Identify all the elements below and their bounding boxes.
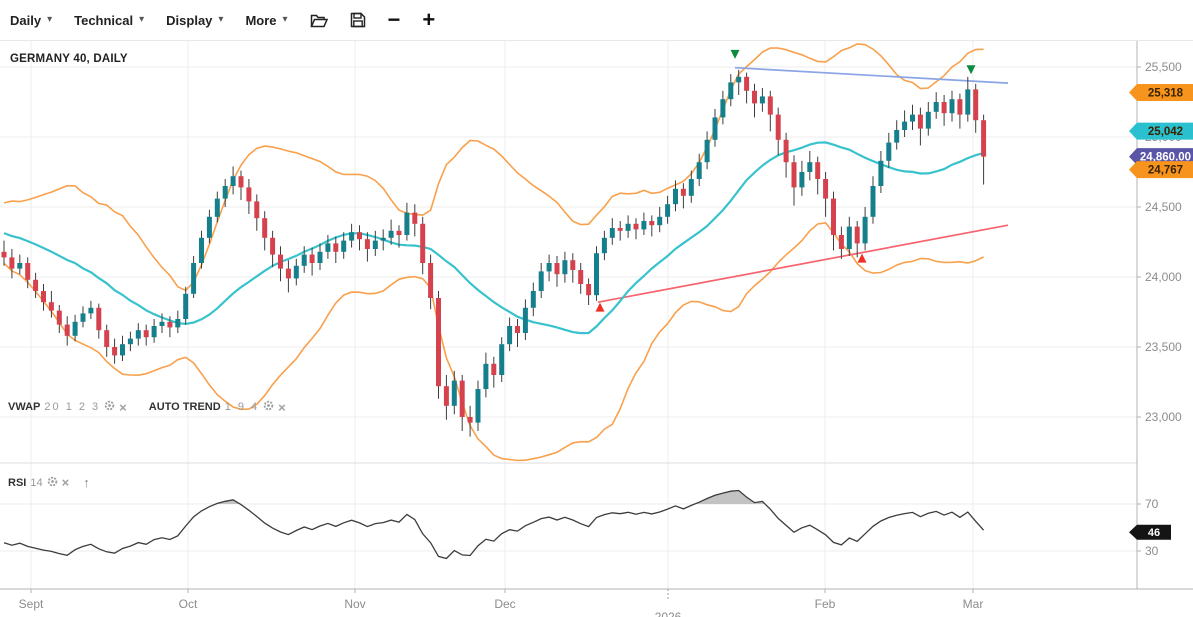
more-menu[interactable]: More ▾ <box>245 13 287 28</box>
vwap-legend-name: VWAP <box>8 401 40 413</box>
lower-band-line <box>4 223 984 461</box>
rsi-legend-row: RSI 14 × ↑ <box>8 475 90 490</box>
save-icon[interactable] <box>350 12 366 28</box>
vwap-settings-gear-icon[interactable] <box>104 400 115 414</box>
timeframe-menu[interactable]: Daily ▾ <box>10 13 52 28</box>
autotrend-legend-params: 1 9 4 <box>225 401 259 413</box>
rsi-settings-gear-icon[interactable] <box>47 476 58 490</box>
rsi-line <box>4 491 984 559</box>
timeframe-menu-label: Daily <box>10 13 41 28</box>
vwap-legend-params: 20 1 2 3 <box>44 401 100 413</box>
autotrend-remove-icon[interactable]: × <box>278 401 286 414</box>
rsi-legend-params: 14 <box>30 477 42 489</box>
move-pane-up-icon[interactable]: ↑ <box>83 475 90 490</box>
trading-chart-window: 25,50025,00024,50024,00023,50023,0007030… <box>0 0 1193 617</box>
display-menu-label: Display <box>166 13 212 28</box>
rsi-remove-icon[interactable]: × <box>62 476 70 489</box>
vwap-remove-icon[interactable]: × <box>119 401 127 414</box>
upper-band-line <box>4 44 984 290</box>
axis-labels: 25,50025,00024,50024,00023,50023,0007030… <box>19 60 1182 617</box>
gridlines <box>0 40 1193 589</box>
candles <box>2 70 987 437</box>
support-trendline[interactable] <box>598 225 1008 302</box>
more-menu-label: More <box>245 13 276 28</box>
chart-title: GERMANY 40, DAILY <box>10 53 128 65</box>
open-folder-icon[interactable] <box>310 13 328 28</box>
rsi-overbought-fill <box>216 491 765 505</box>
indicator-legend-row: VWAP 20 1 2 3 × AUTO TREND 1 9 4 × <box>8 400 286 414</box>
rsi-pane <box>4 491 984 559</box>
buy-signal-marker <box>858 254 867 263</box>
technical-menu[interactable]: Technical ▾ <box>74 13 144 28</box>
autotrend-settings-gear-icon[interactable] <box>263 400 274 414</box>
autotrend-legend-name: AUTO TREND <box>149 401 221 413</box>
price-axis[interactable] <box>1137 40 1193 589</box>
chevron-down-icon: ▾ <box>283 15 288 25</box>
buy-signal-marker <box>596 303 605 312</box>
sell-signal-marker <box>731 50 740 59</box>
resistance-trendline[interactable] <box>735 68 1008 83</box>
display-menu[interactable]: Display ▾ <box>166 13 223 28</box>
rsi-legend-name: RSI <box>8 477 26 489</box>
chevron-down-icon: ▾ <box>47 15 52 25</box>
sell-signal-marker <box>967 65 976 74</box>
chevron-down-icon: ▾ <box>139 15 144 25</box>
technical-menu-label: Technical <box>74 13 133 28</box>
zoom-in-button[interactable]: + <box>422 9 435 31</box>
zoom-out-button[interactable]: − <box>388 9 401 31</box>
toolbar: Daily ▾ Technical ▾ Display ▾ More ▾ <box>0 0 1193 41</box>
time-axis[interactable] <box>0 589 1137 617</box>
chevron-down-icon: ▾ <box>218 15 223 25</box>
price-chart-canvas[interactable]: 25,50025,00024,50024,00023,50023,0007030… <box>0 0 1193 617</box>
